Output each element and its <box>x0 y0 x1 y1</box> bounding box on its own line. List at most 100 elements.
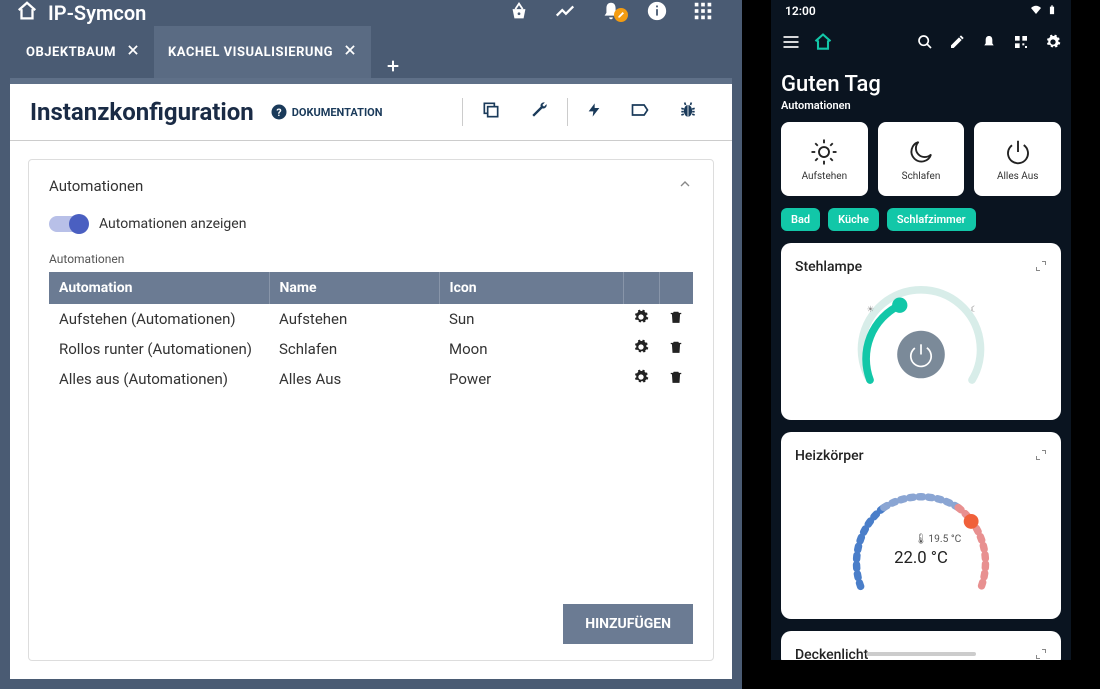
cell-automation: Rollos runter (Automationen) <box>49 334 269 364</box>
tab-add-button[interactable] <box>371 58 415 78</box>
wifi-icon <box>1029 4 1043 19</box>
row-gear-icon[interactable] <box>623 364 659 394</box>
target-temp: 22.0 °C <box>894 548 948 568</box>
svg-text:☀: ☀ <box>867 305 875 315</box>
top-bar: IP-Symcon <box>0 0 742 26</box>
autotile-allesaus[interactable]: Alles Aus <box>974 122 1061 196</box>
doc-link[interactable]: ? DOKUMENTATION <box>270 103 383 121</box>
content-area: Instanzkonfiguration ? DOKUMENTATION <box>0 78 742 689</box>
svg-text:☾: ☾ <box>970 305 978 315</box>
lamp-dial[interactable]: ☀ ☾ <box>836 286 1006 406</box>
activity-icon[interactable] <box>542 0 588 26</box>
battery-icon <box>1047 3 1057 20</box>
table-row[interactable]: Alles aus (Automationen) Alles Aus Power <box>49 364 693 394</box>
chip-schlafzimmer[interactable]: Schlafzimmer <box>887 208 976 231</box>
greeting-subtitle: Automationen <box>781 99 1061 112</box>
close-icon[interactable] <box>343 43 357 61</box>
phone-bell-icon[interactable] <box>981 34 997 54</box>
table-row[interactable]: Aufstehen (Automationen) Aufstehen Sun <box>49 304 693 334</box>
row-gear-icon[interactable] <box>623 334 659 364</box>
tab-bar: OBJEKTBAUM KACHEL VISUALISIERUNG <box>0 26 742 78</box>
phone-app-bar <box>771 22 1071 66</box>
toggle-label: Automationen anzeigen <box>99 216 246 232</box>
phone-status-bar: 12:00 <box>771 0 1071 22</box>
panel-title: Instanzkonfiguration <box>30 98 254 126</box>
greeting-title: Guten Tag <box>781 72 1061 97</box>
card-title: Stehlampe <box>795 259 862 275</box>
tab-label: OBJEKTBAUM <box>26 45 116 60</box>
card-heizkoerper[interactable]: Heizkörper 🌡 19.5 °C 22.0 °C <box>781 432 1061 619</box>
expand-icon[interactable] <box>1035 257 1047 276</box>
row-trash-icon[interactable] <box>659 304 693 334</box>
tab-label: KACHEL VISUALISIERUNG <box>168 45 333 60</box>
doc-link-label: DOKUMENTATION <box>292 106 383 119</box>
gear-icon[interactable] <box>1045 34 1061 54</box>
basket-icon[interactable] <box>496 0 542 26</box>
qr-icon[interactable] <box>1013 34 1029 54</box>
expand-icon[interactable] <box>1035 645 1047 660</box>
instance-panel: Instanzkonfiguration ? DOKUMENTATION <box>10 78 732 679</box>
search-icon[interactable] <box>917 34 933 54</box>
svg-text:?: ? <box>276 106 281 119</box>
col-automation: Automation <box>49 272 269 304</box>
cell-name: Schlafen <box>269 334 439 364</box>
cell-icon: Power <box>439 364 623 394</box>
table-row[interactable]: Rollos runter (Automationen) Schlafen Mo… <box>49 334 693 364</box>
expand-icon[interactable] <box>1035 446 1047 465</box>
info-icon[interactable] <box>634 0 680 26</box>
autotile-label: Aufstehen <box>802 171 848 182</box>
automationen-section: Automationen Automationen anzeigen Autom… <box>28 159 714 661</box>
copy-icon[interactable] <box>467 100 515 124</box>
col-icon: Icon <box>439 272 623 304</box>
autotile-label: Schlafen <box>902 171 941 182</box>
menu-icon[interactable] <box>781 32 801 56</box>
card-title: Deckenlicht <box>795 647 868 661</box>
cell-name: Alles Aus <box>269 364 439 394</box>
home-logo-icon <box>16 0 38 26</box>
phone-preview-wrapper: 12:00 Guten Tag Automationen <box>742 0 1100 674</box>
autotile-schlafen[interactable]: Schlafen <box>878 122 965 196</box>
phone-nav-handle <box>866 652 976 656</box>
phone-time: 12:00 <box>785 4 816 18</box>
add-button[interactable]: HINZUFÜGEN <box>563 604 693 644</box>
autotile-aufstehen[interactable]: Aufstehen <box>781 122 868 196</box>
col-name: Name <box>269 272 439 304</box>
tab-objektbaum[interactable]: OBJEKTBAUM <box>12 26 154 78</box>
row-trash-icon[interactable] <box>659 334 693 364</box>
edit-icon[interactable] <box>949 34 965 54</box>
wrench-icon[interactable] <box>515 100 563 124</box>
cell-name: Aufstehen <box>269 304 439 334</box>
svg-text:🌡: 🌡 <box>915 533 928 545</box>
phone-preview: 12:00 Guten Tag Automationen <box>771 0 1071 660</box>
section-title: Automationen <box>49 177 677 195</box>
phone-home-icon[interactable] <box>813 32 833 56</box>
tag-icon[interactable] <box>616 100 664 124</box>
brand-title: IP-Symcon <box>48 1 146 25</box>
show-automations-toggle[interactable] <box>49 216 87 232</box>
cell-automation: Aufstehen (Automationen) <box>49 304 269 334</box>
chevron-up-icon <box>677 176 693 196</box>
automation-tiles: Aufstehen Schlafen Alles Aus <box>781 122 1061 196</box>
automations-table: Automation Name Icon Aufstehen (Automati… <box>49 272 693 594</box>
room-chips: Bad Küche Schlafzimmer <box>781 208 1061 231</box>
cell-automation: Alles aus (Automationen) <box>49 364 269 394</box>
col-delete <box>659 272 693 304</box>
section-toggle[interactable]: Automationen <box>49 176 693 196</box>
thermostat-dial[interactable]: 🌡 19.5 °C 22.0 °C <box>821 475 1021 605</box>
panel-header: Instanzkonfiguration ? DOKUMENTATION <box>10 84 732 141</box>
card-stehlampe[interactable]: Stehlampe ☀ ☾ <box>781 243 1061 420</box>
chip-bad[interactable]: Bad <box>781 208 820 231</box>
close-icon[interactable] <box>126 43 140 61</box>
cell-icon: Sun <box>439 304 623 334</box>
apps-grid-icon[interactable] <box>680 0 726 26</box>
bug-icon[interactable] <box>664 100 712 124</box>
row-trash-icon[interactable] <box>659 364 693 394</box>
bolt-icon[interactable] <box>572 100 616 124</box>
table-label: Automationen <box>49 252 693 266</box>
admin-pane: IP-Symcon OBJEKTBAUM KACHEL VI <box>0 0 742 674</box>
bell-icon[interactable] <box>588 0 634 26</box>
tab-kachel-visualisierung[interactable]: KACHEL VISUALISIERUNG <box>154 26 371 78</box>
chip-kueche[interactable]: Küche <box>828 208 879 231</box>
row-gear-icon[interactable] <box>623 304 659 334</box>
bell-badge-icon <box>614 8 628 22</box>
